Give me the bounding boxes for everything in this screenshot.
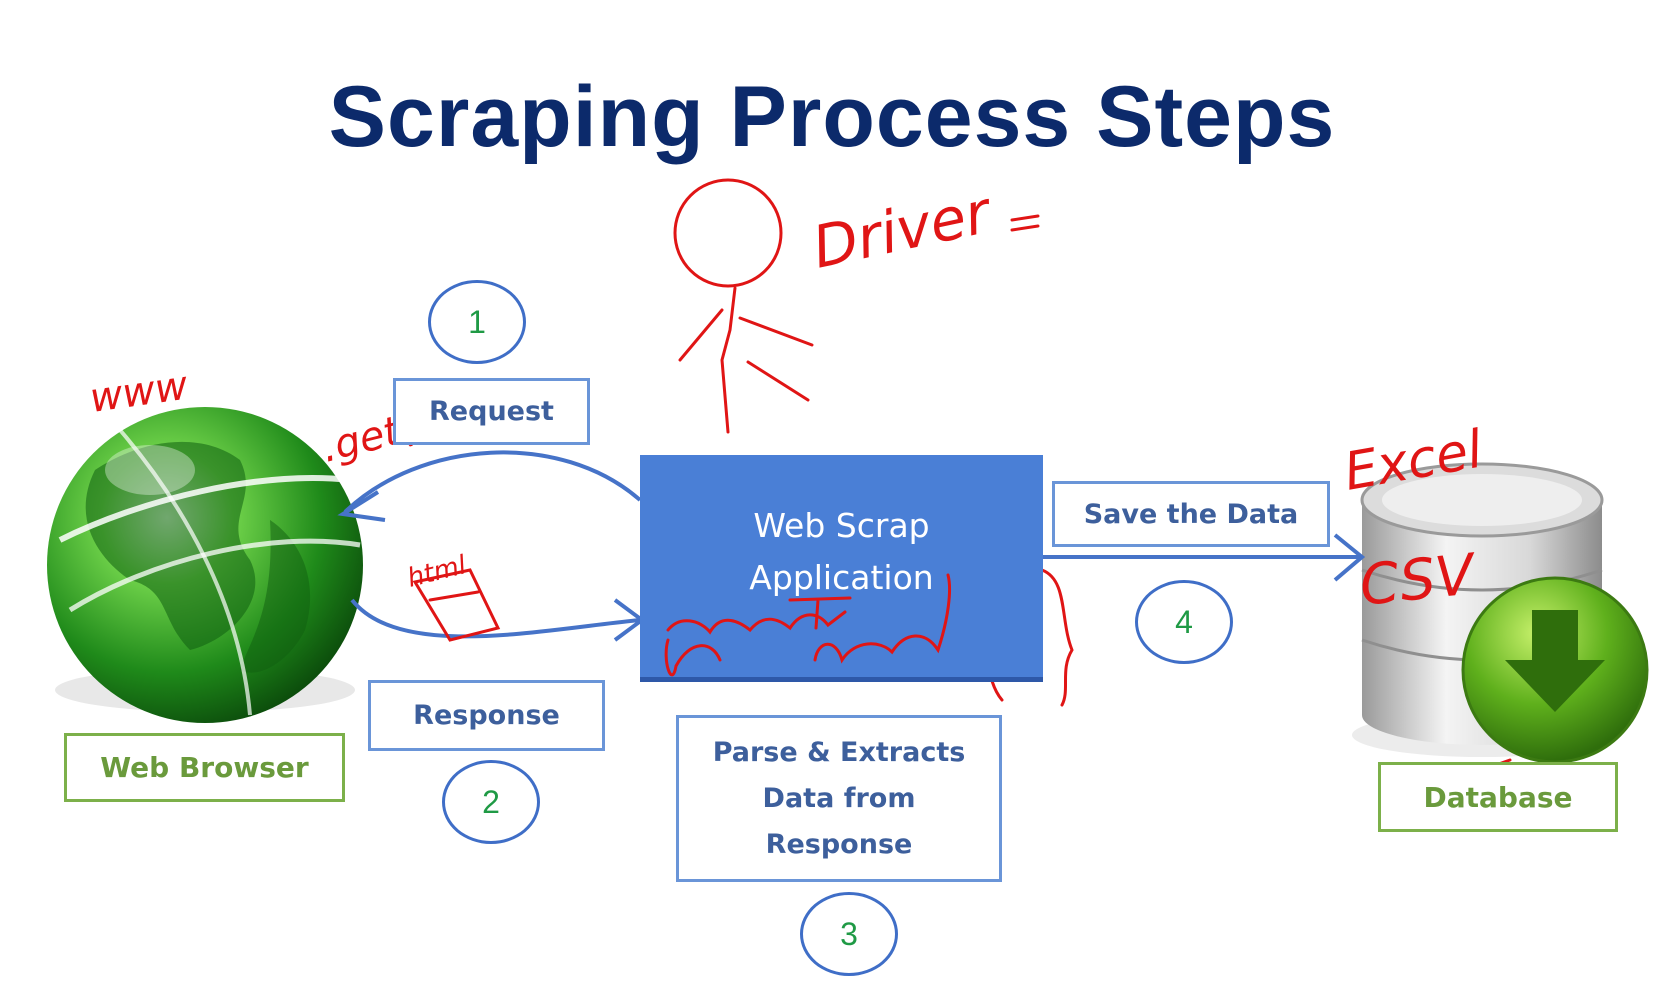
step-2-circle: 2: [442, 760, 540, 844]
closing-brace-drawing: [1040, 568, 1074, 707]
stick-figure-drawing: [673, 178, 814, 434]
annotation-csv: CSV: [1357, 542, 1481, 619]
annotation-driver: Driver: [807, 177, 999, 281]
step-3-circle: 3: [800, 892, 898, 976]
response-arrow: [350, 598, 646, 642]
driver-underline: [1010, 214, 1040, 232]
web-scrap-application-label: Web Scrap Application: [749, 506, 934, 597]
web-browser-label: Web Browser: [64, 733, 345, 802]
save-data-label: Save the Data: [1052, 481, 1330, 547]
database-label: Database: [1378, 762, 1618, 832]
response-label: Response: [368, 680, 605, 751]
annotation-html: html: [404, 550, 469, 594]
step-4-circle: 4: [1135, 580, 1233, 664]
step-1-circle: 1: [428, 280, 526, 364]
request-label: Request: [393, 378, 590, 445]
request-arrow: [337, 450, 642, 522]
web-scrap-application-box: Web Scrap Application: [640, 455, 1043, 682]
parse-extract-label: Parse & Extracts Data from Response: [676, 715, 1002, 882]
download-icon: [1461, 576, 1649, 764]
globe-icon: [47, 407, 363, 723]
